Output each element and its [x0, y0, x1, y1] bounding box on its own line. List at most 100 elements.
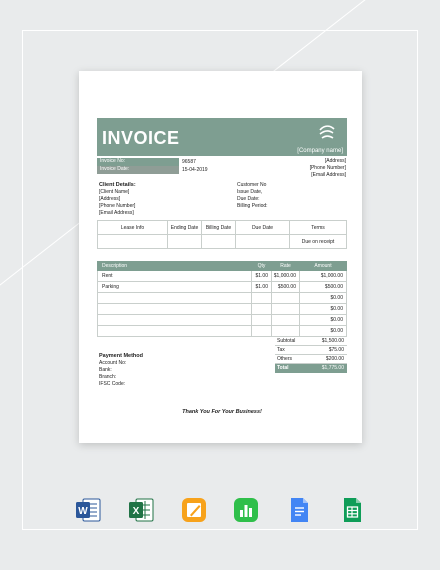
company-email: [Email Address] — [311, 172, 346, 178]
total-row: Total $1,775.00 — [275, 364, 347, 373]
client-section: Client Details: [Client Name] [Address] … — [97, 182, 347, 220]
due-date-cell — [235, 234, 290, 249]
invoice-bottom: Payment Method Account No: Bank: Branch:… — [97, 337, 347, 397]
billing-date-header: Billing Date — [201, 220, 236, 235]
item-qty — [251, 314, 272, 326]
issue-date-label: Issue Date, — [237, 189, 263, 195]
table-row: Rent $1.00 $1,000.00 $1,000.00 — [97, 270, 347, 282]
company-address-block: [Address] [Phone Number] [Email Address] — [310, 158, 346, 179]
ending-date-cell — [167, 234, 202, 249]
customer-fields: Customer No Issue Date, Due Date: Billin… — [237, 182, 268, 210]
item-qty: $1.00 — [251, 270, 272, 282]
terms-header: Terms — [289, 220, 347, 235]
client-details-heading: Client Details: — [99, 182, 136, 188]
google-docs-icon[interactable] — [285, 496, 313, 524]
item-description: Rent — [97, 270, 252, 282]
item-rate — [271, 325, 300, 337]
item-amount: $500.00 — [299, 281, 347, 293]
customer-no-label: Customer No — [237, 182, 267, 188]
item-qty — [251, 303, 272, 315]
qty-header: Qty — [251, 261, 272, 271]
item-qty: $1.00 — [251, 281, 272, 293]
lease-info-header: Lease Info — [97, 220, 168, 235]
item-rate: $500.00 — [271, 281, 300, 293]
table-row: $0.00 — [97, 325, 347, 337]
items-table: Description Qty Rate Amount Rent $1.00 $… — [97, 261, 347, 337]
item-amount: $0.00 — [299, 292, 347, 304]
pages-icon[interactable] — [180, 496, 208, 524]
app-icons-row: W X — [74, 496, 366, 526]
account-no-label: Account No: — [99, 360, 127, 366]
invoice-date-value: 15-04-2019 — [182, 166, 208, 173]
client-details: Client Details: [Client Name] [Address] … — [99, 182, 136, 217]
rate-header: Rate — [271, 261, 300, 271]
bank-label: Bank: — [99, 367, 112, 373]
description-header: Description — [97, 261, 252, 271]
invoice-title: INVOICE — [102, 128, 180, 148]
item-description: Parking — [97, 281, 252, 293]
subtotal-label: Subtotal — [277, 337, 296, 344]
invoice-no-label: Invoice No: — [97, 158, 179, 166]
tax-row: Tax $75.00 — [275, 346, 347, 355]
item-rate — [271, 292, 300, 304]
due-date-label: Due Date: — [237, 196, 260, 202]
others-value: $200.00 — [325, 355, 344, 362]
ending-date-header: Ending Date — [167, 220, 202, 235]
due-date-header: Due Date — [235, 220, 290, 235]
thank-you-note: Thank You For Your Business! — [182, 409, 262, 415]
lease-data-row: Due on receipt — [97, 234, 347, 249]
total-label: Total — [277, 365, 289, 371]
client-name: [Client Name] — [99, 189, 130, 195]
company-address: [Address] — [324, 158, 346, 164]
tax-label: Tax — [277, 346, 285, 353]
item-amount: $0.00 — [299, 314, 347, 326]
others-row: Others $200.00 — [275, 355, 347, 364]
google-sheets-icon[interactable] — [338, 496, 366, 524]
amount-header: Amount — [299, 261, 347, 271]
others-label: Others — [277, 355, 293, 362]
table-row: $0.00 — [97, 314, 347, 326]
lease-info-cell — [97, 234, 168, 249]
subtotal-value: $1,500.00 — [321, 337, 344, 344]
invoice-meta: Invoice No: 96587 Invoice Date: 15-04-20… — [97, 158, 347, 182]
item-amount: $1,000.00 — [299, 270, 347, 282]
item-rate — [271, 303, 300, 315]
lease-header-row: Lease Info Ending Date Billing Date Due … — [97, 220, 347, 235]
tax-value: $75.00 — [328, 346, 344, 353]
excel-icon[interactable]: X — [127, 496, 155, 524]
terms-cell: Due on receipt — [289, 234, 347, 249]
item-amount: $0.00 — [299, 303, 347, 315]
item-amount: $0.00 — [299, 325, 347, 337]
branch-label: Branch: — [99, 374, 117, 380]
table-row: Parking $1.00 $500.00 $500.00 — [97, 281, 347, 293]
invoice-no-value: 96587 — [182, 158, 196, 165]
invoice-meta-table: Invoice No: 96587 Invoice Date: 15-04-20… — [97, 158, 229, 174]
invoice-banner: INVOICE [Company name] — [97, 118, 347, 156]
company-logo-icon — [319, 125, 335, 139]
company-phone: [Phone Number] — [309, 165, 346, 171]
svg-text:W: W — [78, 506, 88, 517]
company-name: [Company name] — [297, 148, 343, 154]
item-description — [97, 303, 252, 315]
ifsc-code-label: IFSC Code: — [99, 381, 126, 387]
payment-method-heading: Payment Method — [99, 353, 144, 359]
item-rate: $1,000.00 — [271, 270, 300, 282]
item-description — [97, 314, 252, 326]
word-icon[interactable]: W — [74, 496, 102, 524]
table-row: $0.00 — [97, 303, 347, 315]
numbers-icon[interactable] — [232, 496, 260, 524]
item-qty — [251, 325, 272, 337]
items-header-row: Description Qty Rate Amount — [97, 261, 347, 271]
item-description — [97, 292, 252, 304]
summary-box: Subtotal $1,500.00 Tax $75.00 Others $20… — [275, 337, 347, 373]
invoice-date-label: Invoice Date: — [97, 166, 179, 174]
lease-info-table: Lease Info Ending Date Billing Date Due … — [97, 220, 347, 249]
billing-date-cell — [201, 234, 236, 249]
payment-method: Payment Method Account No: Bank: Branch:… — [99, 353, 143, 388]
svg-text:X: X — [132, 506, 139, 517]
invoice-paper: INVOICE [Company name] Invoice No: 96587… — [79, 71, 362, 443]
client-email: [Email Address] — [99, 210, 134, 216]
item-description — [97, 325, 252, 337]
client-phone: [Phone Number] — [99, 203, 136, 209]
table-row: $0.00 — [97, 292, 347, 304]
